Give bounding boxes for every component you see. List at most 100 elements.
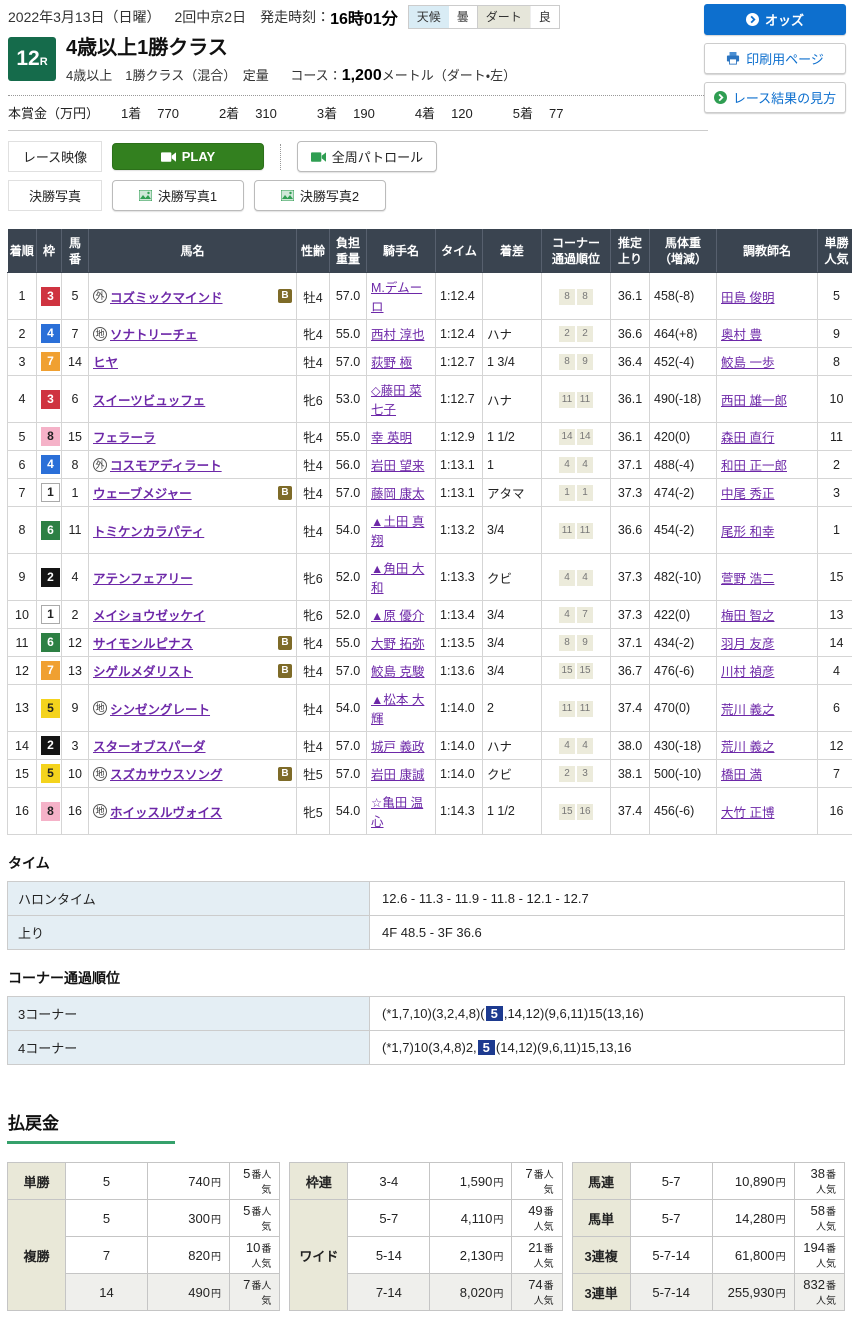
corner-position-badge: 2 [559,326,575,342]
jockey-link[interactable]: 鮫島 克駿 [371,665,424,679]
trainer-link[interactable]: 橋田 満 [721,768,762,782]
trainer-link[interactable]: 森田 直行 [721,431,774,445]
corner-positions: 44 [542,732,611,760]
trainer-link[interactable]: 萱野 浩二 [721,572,774,586]
jockey-link[interactable]: 西村 淳也 [371,328,424,342]
finish-time: 1:12.7 [436,348,483,376]
finish-position: 15 [8,760,37,788]
corner-positions: 1515 [542,657,611,685]
trainer-link[interactable]: 荒川 義之 [721,740,774,754]
corner4-order: (*1,7)10(3,4,8)2,5(14,12)(9,6,11)15,13,1… [370,1031,845,1065]
race-title: 4歳以上1勝クラス [66,37,516,60]
frame-number-badge: 1 [41,605,60,624]
horse-name-link[interactable]: フェラーラ [93,427,156,446]
jockey-link[interactable]: 荻野 極 [371,356,412,370]
payout-amount: 10,890円 [712,1163,794,1200]
trainer-link[interactable]: 羽月 友彦 [721,637,774,651]
horse-number: 11 [62,507,89,554]
horse-name-link[interactable]: シゲルメダリスト [93,661,193,680]
jockey-link[interactable]: ☆亀田 温心 [371,796,423,829]
trainer-link[interactable]: 西田 雄一郎 [721,394,787,408]
payout-amount: 255,930円 [712,1274,794,1311]
play-button[interactable]: PLAY [112,143,264,170]
trainer-link[interactable]: 川村 禎彦 [721,665,774,679]
prize-label: 本賞金（万円） [8,103,99,122]
sex-age: 牡4 [297,479,330,507]
jockey-link[interactable]: ▲原 優介 [371,609,424,623]
print-button[interactable]: 印刷用ページ [704,43,846,74]
horse-name-link[interactable]: アテンフェアリー [93,568,193,587]
corner-position-badge: 11 [577,523,593,539]
trainer-link[interactable]: 和田 正一郎 [721,459,787,473]
corner-positions: 1111 [542,685,611,732]
jockey-link[interactable]: M.デムーロ [371,281,422,314]
jockey-link[interactable]: ▲土田 真翔 [371,515,424,548]
payout-combination: 5 [66,1163,148,1200]
furlong-time-label: ハロンタイム [8,882,370,916]
trainer-link[interactable]: 梅田 智之 [721,609,774,623]
jockey-link[interactable]: 大野 拓弥 [371,637,424,651]
jockey-link[interactable]: ▲角田 大和 [371,562,424,595]
horse-name-link[interactable]: トミケンカラパティ [93,521,204,540]
sex-age: 牝6 [297,601,330,629]
finish-photo2-button[interactable]: 決勝写真2 [254,180,386,211]
horse-number: 14 [62,348,89,376]
result-row: 15 5 10 地 スズカサウスソング B 牡5 57.0 岩田 康誠 1:14… [8,760,852,788]
media-section: レース映像 PLAY 全周パトロール 決勝写真 決勝写真1 [8,131,844,223]
horse-name-link[interactable]: スイーツビュッフェ [93,390,205,409]
winner-highlight: 5 [478,1040,495,1055]
trainer-link[interactable]: 中尾 秀正 [721,487,774,501]
weather-value: 曇 [449,6,477,28]
results-header-cell: 馬体重 （増減） [650,230,717,273]
jockey-link[interactable]: 城戸 義政 [371,740,424,754]
odds-button[interactable]: オッズ [704,4,846,35]
jockey-link[interactable]: ◇藤田 菜七子 [371,384,422,417]
sex-age: 牡4 [297,685,330,732]
horse-name-link[interactable]: ウェーブメジャー [93,483,192,502]
horse-name-link[interactable]: スターオブスパーダ [93,736,206,755]
patrol-video-button[interactable]: 全周パトロール [297,141,437,172]
corner-position-badge: 15 [559,663,575,679]
results-guide-button[interactable]: レース結果の見方 [704,82,846,113]
results-header-cell: 枠 [37,230,62,273]
finish-position: 13 [8,685,37,732]
trainer-link[interactable]: 尾形 和幸 [721,525,774,539]
trainer-link[interactable]: 奥村 豊 [721,328,762,342]
race-conditions: 4歳以上 1勝クラス（混合） 定量 コース：1,200メートル（ダート・左） [66,65,516,85]
horse-name-link[interactable]: ソナトリーチェ [110,324,198,343]
horse-name-link[interactable]: シンゼングレート [110,699,210,718]
horse-name-link[interactable]: スズカサウスソング [110,764,223,783]
horse-name-link[interactable]: サイモンルピナス [93,633,193,652]
horse-name-link[interactable]: ホイッスルヴォイス [110,802,222,821]
horse-body-weight: 470(0) [650,685,717,732]
corner-positions: 23 [542,760,611,788]
finish-position: 5 [8,423,37,451]
trainer-link[interactable]: 鮫島 一歩 [721,356,774,370]
frame-number-badge: 1 [41,483,60,502]
last-3f-time: 36.1 [611,423,650,451]
sex-age: 牝6 [297,554,330,601]
results-header-cell: 負担 重量 [330,230,367,273]
jockey-link[interactable]: 藤岡 康太 [371,487,424,501]
win-popularity: 14 [818,629,852,657]
horse-name-link[interactable]: コスモアディラート [110,455,222,474]
finish-time: 1:12.4 [436,320,483,348]
horse-name-link[interactable]: コズミックマインド [110,287,223,306]
horse-name-link[interactable]: メイショウゼッケイ [93,605,205,624]
trainer-link[interactable]: 田島 俊明 [721,291,774,305]
trainer-link[interactable]: 大竹 正博 [721,806,774,820]
jockey-link[interactable]: ▲松本 大輝 [371,693,424,726]
last-3f-time: 37.1 [611,451,650,479]
jockey-link[interactable]: 岩田 康誠 [371,768,424,782]
horse-body-weight: 474(-2) [650,479,717,507]
finish-photo1-button[interactable]: 決勝写真1 [112,180,244,211]
payout-section: 払戻金 単勝5740円5番人気複勝5300円5番人気7820円10番人気1449… [7,1109,845,1311]
corner-position-badge: 8 [559,635,575,651]
jockey-link[interactable]: 岩田 望来 [371,459,424,473]
trainer-link[interactable]: 荒川 義之 [721,703,774,717]
horse-name-link[interactable]: ヒヤ [93,352,118,371]
win-popularity: 16 [818,788,852,835]
horse-body-weight: 500(-10) [650,760,717,788]
result-row: 13 5 9 地 シンゼングレート 牡4 54.0 ▲松本 大輝 1:14.0 … [8,685,852,732]
jockey-link[interactable]: 幸 英明 [371,431,412,445]
